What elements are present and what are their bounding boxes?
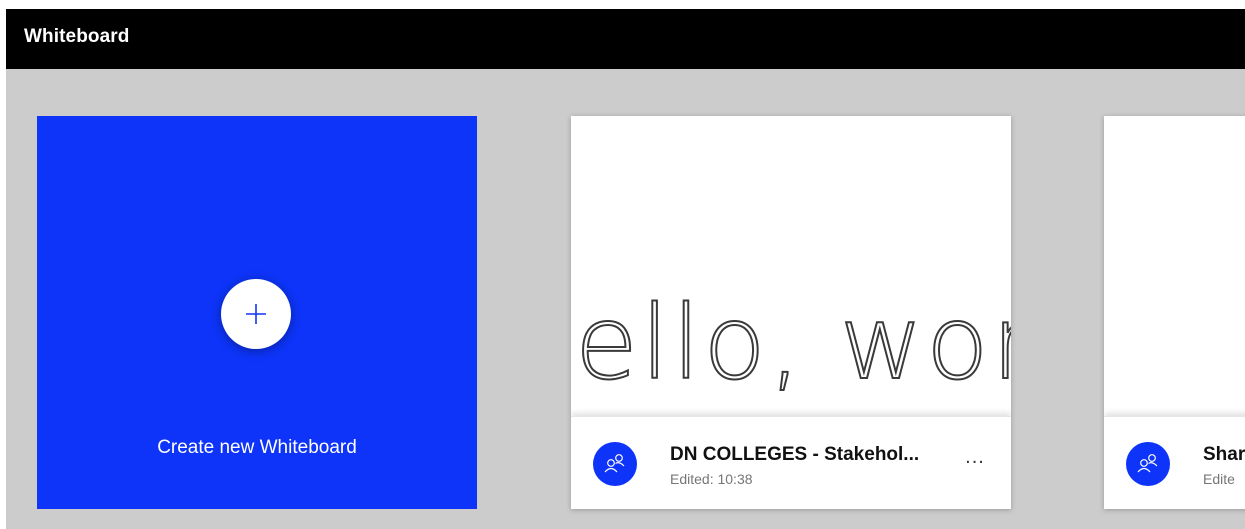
whiteboard-title: Shar <box>1203 444 1245 465</box>
create-new-whiteboard-button[interactable]: Create new Whiteboard <box>37 116 477 509</box>
whiteboard-card[interactable]: Shar Edite <box>1104 116 1245 509</box>
handwriting-thumbnail: ello, worl <box>574 283 1011 404</box>
whiteboard-title: DN COLLEGES - Stakehol... <box>670 444 920 465</box>
shared-people-icon <box>593 442 637 486</box>
whiteboard-thumbnail: ello, worl <box>571 116 1011 416</box>
edited-time: Edited: 10:38 <box>670 471 753 487</box>
handwriting-text: ello, worl <box>575 284 1011 403</box>
card-footer: Shar Edite <box>1104 416 1245 509</box>
app-window: Whiteboard Create new Whiteboard ello, w… <box>6 9 1245 529</box>
create-new-whiteboard-label: Create new Whiteboard <box>157 437 357 458</box>
plus-icon <box>221 279 291 349</box>
card-footer: DN COLLEGES - Stakehol... Edited: 10:38 … <box>571 416 1011 509</box>
app-title: Whiteboard <box>24 26 130 47</box>
shared-people-icon <box>1126 442 1170 486</box>
title-bar: Whiteboard <box>6 9 1245 69</box>
edited-time: Edite <box>1203 471 1235 487</box>
whiteboard-thumbnail <box>1104 116 1245 416</box>
whiteboard-card[interactable]: ello, worl DN COLLEGES - Stakehol... Edi… <box>571 116 1011 509</box>
more-options-button[interactable]: ... <box>957 447 993 477</box>
